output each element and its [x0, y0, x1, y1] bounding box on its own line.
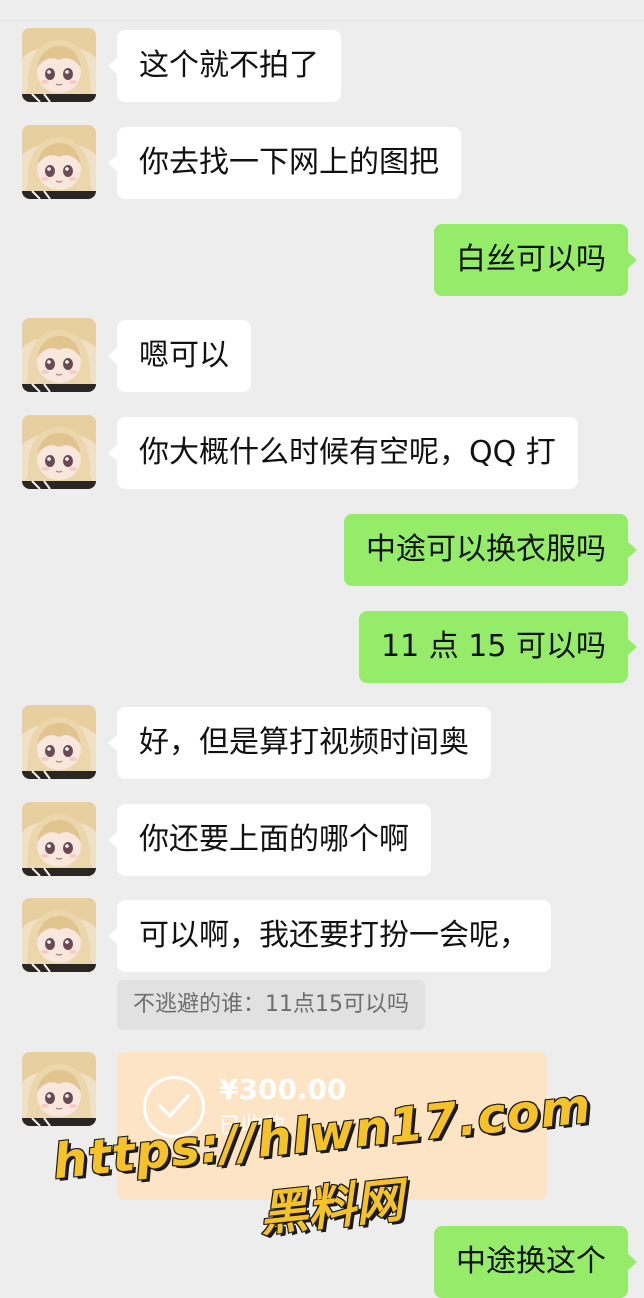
incoming-bubble[interactable]: 好，但是算打视频时间奥 — [108, 707, 491, 779]
avatar[interactable] — [22, 898, 96, 972]
incoming-bubble[interactable]: 你去找一下网上的图把 — [108, 127, 461, 199]
avatar[interactable] — [22, 125, 96, 199]
quoted-reply[interactable]: 不逃避的谁：11点15可以吗 — [117, 980, 425, 1030]
chat-window: 这个就不拍了 你去找一下网上的图把 白丝可以吗 嗯可以 你大概什么时候有空呢，Q… — [0, 0, 644, 1298]
avatar[interactable] — [22, 28, 96, 102]
incoming-bubble[interactable]: 这个就不拍了 — [108, 30, 341, 102]
outgoing-bubble[interactable]: 中途换这个 — [434, 1226, 637, 1298]
transfer-status: 已收款 — [219, 1114, 286, 1139]
incoming-bubble[interactable]: 你还要上面的哪个啊 — [108, 804, 431, 876]
outgoing-bubble[interactable]: 11 点 15 可以吗 — [359, 611, 637, 683]
incoming-bubble[interactable]: 可以啊，我还要打扮一会呢， — [108, 900, 551, 972]
avatar[interactable] — [22, 802, 96, 876]
incoming-bubble[interactable]: 你大概什么时候有空呢，QQ 打 — [108, 417, 578, 489]
transfer-amount: ¥300.00 — [219, 1073, 347, 1106]
avatar[interactable] — [22, 1052, 96, 1126]
avatar[interactable] — [22, 318, 96, 392]
check-circle-icon — [143, 1076, 205, 1138]
avatar[interactable] — [22, 415, 96, 489]
outgoing-bubble[interactable]: 中途可以换衣服吗 — [344, 514, 637, 586]
transfer-card[interactable]: ¥300.00 已收款 — [117, 1052, 547, 1200]
incoming-bubble[interactable]: 嗯可以 — [108, 320, 251, 392]
top-divider — [0, 20, 644, 21]
avatar[interactable] — [22, 705, 96, 779]
outgoing-bubble[interactable]: 白丝可以吗 — [434, 224, 637, 296]
